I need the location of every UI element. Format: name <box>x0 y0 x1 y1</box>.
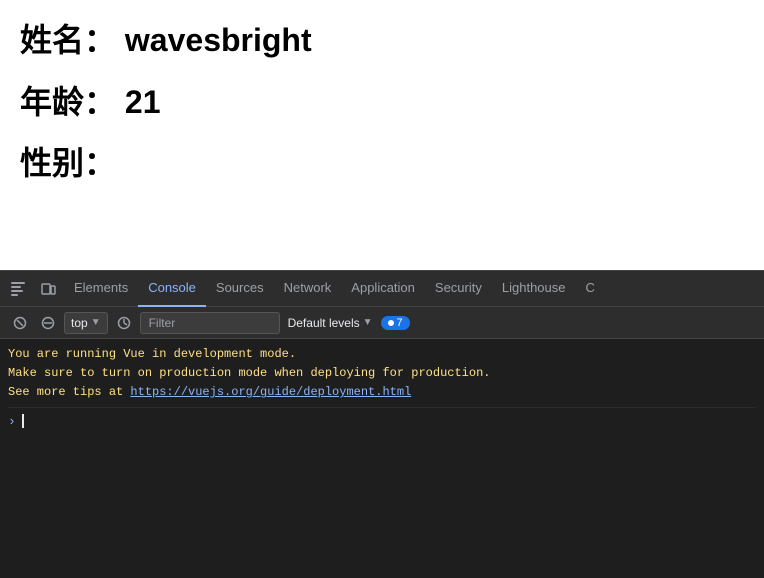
inspect-element-icon[interactable] <box>4 275 32 303</box>
device-toolbar-icon[interactable] <box>34 275 62 303</box>
gender-row: 性别： <box>20 143 744 185</box>
tab-lighthouse[interactable]: Lighthouse <box>492 271 576 307</box>
preserve-log-icon[interactable] <box>112 311 136 335</box>
name-row: 姓名： wavesbright <box>20 20 744 62</box>
block-icon[interactable] <box>36 311 60 335</box>
context-arrow-icon: ▼ <box>91 317 101 328</box>
tab-network-label: Network <box>284 280 332 295</box>
tab-more-label: C <box>586 280 595 295</box>
filter-input[interactable] <box>140 312 280 334</box>
tab-lighthouse-label: Lighthouse <box>502 280 566 295</box>
tab-application-label: Application <box>351 280 415 295</box>
main-content: 姓名： wavesbright 年龄： 21 性别： <box>0 0 764 270</box>
levels-label: Default levels <box>288 316 360 330</box>
age-row: 年龄： 21 <box>20 82 744 124</box>
tab-security-label: Security <box>435 280 482 295</box>
age-label: 年龄： <box>20 84 116 120</box>
tab-console[interactable]: Console <box>138 271 206 307</box>
gender-label: 性别： <box>20 145 116 181</box>
console-line-1: You are running Vue in development mode. <box>8 347 296 361</box>
name-label: 姓名： <box>20 22 116 58</box>
age-value: 21 <box>125 84 161 120</box>
console-link[interactable]: https://vuejs.org/guide/deployment.html <box>130 385 411 399</box>
context-value: top <box>71 316 88 330</box>
cursor <box>22 414 24 428</box>
devtools-panel: Elements Console Sources Network Applica… <box>0 270 764 578</box>
badge-dot <box>388 320 394 326</box>
console-line-2: Make sure to turn on production mode whe… <box>8 366 490 380</box>
message-count-badge: 7 <box>381 316 410 330</box>
console-line-3: See more tips at <box>8 385 130 399</box>
tab-elements-label: Elements <box>74 280 128 295</box>
tab-sources[interactable]: Sources <box>206 271 274 307</box>
devtools-tab-bar: Elements Console Sources Network Applica… <box>0 271 764 307</box>
console-message-vue: You are running Vue in development mode.… <box>8 343 756 408</box>
tab-security[interactable]: Security <box>425 271 492 307</box>
context-selector[interactable]: top ▼ <box>64 312 108 334</box>
levels-arrow-icon: ▼ <box>363 317 373 328</box>
tab-more[interactable]: C <box>576 271 605 307</box>
tab-application[interactable]: Application <box>341 271 425 307</box>
console-prompt: › <box>8 410 756 433</box>
tab-console-label: Console <box>148 280 196 295</box>
clear-console-icon[interactable] <box>8 311 32 335</box>
console-toolbar: top ▼ Default levels ▼ 7 <box>0 307 764 339</box>
name-value: wavesbright <box>125 22 312 58</box>
tab-sources-label: Sources <box>216 280 264 295</box>
tab-network[interactable]: Network <box>274 271 342 307</box>
message-count: 7 <box>397 317 403 329</box>
prompt-chevron-icon: › <box>8 414 16 429</box>
console-output[interactable]: You are running Vue in development mode.… <box>0 339 764 578</box>
default-levels-button[interactable]: Default levels ▼ <box>284 314 377 332</box>
tab-elements[interactable]: Elements <box>64 271 138 307</box>
